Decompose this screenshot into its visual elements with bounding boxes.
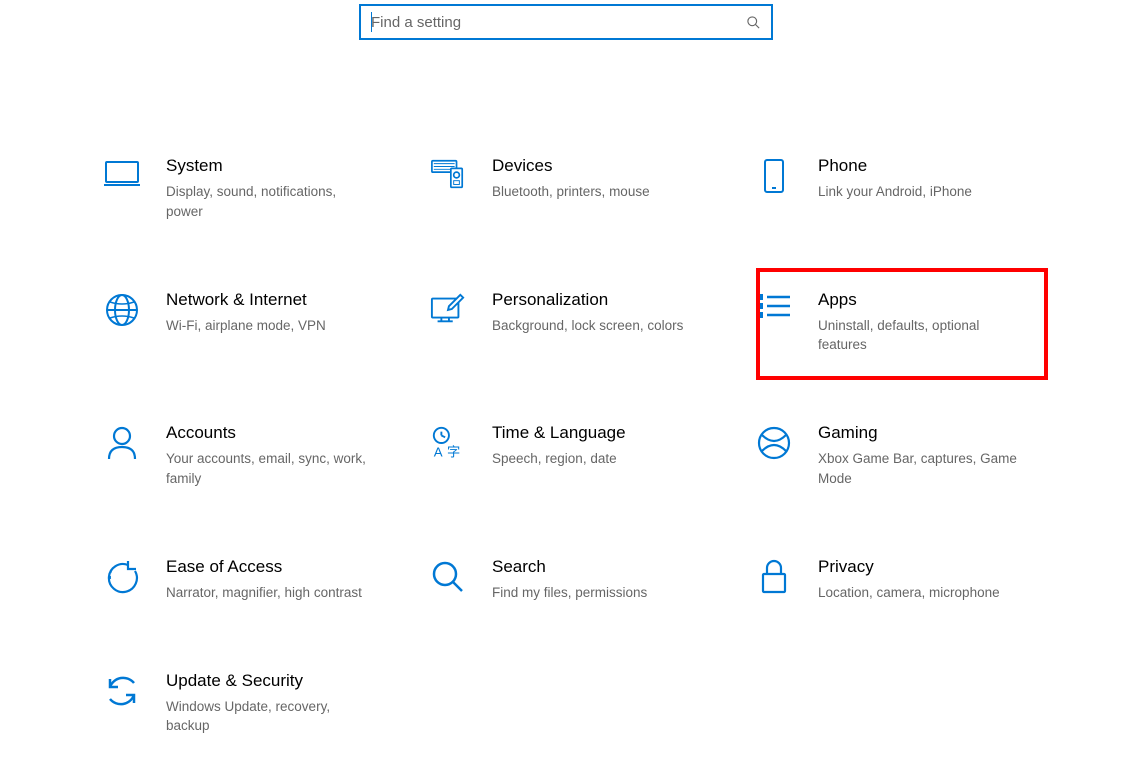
tile-desc: Your accounts, email, sync, work, family bbox=[166, 449, 376, 488]
tile-ease-of-access[interactable]: Ease of Access Narrator, magnifier, high… bbox=[104, 551, 410, 609]
tile-time-language[interactable]: A 字 Time & Language Speech, region, date bbox=[430, 417, 736, 495]
tile-desc: Xbox Game Bar, captures, Game Mode bbox=[818, 449, 1028, 488]
tile-desc: Wi-Fi, airplane mode, VPN bbox=[166, 316, 326, 336]
search-input[interactable] bbox=[371, 14, 746, 31]
tile-title: Ease of Access bbox=[166, 557, 362, 577]
tile-title: Gaming bbox=[818, 423, 1028, 443]
accounts-icon bbox=[104, 425, 140, 461]
tile-title: Network & Internet bbox=[166, 290, 326, 310]
tile-title: Update & Security bbox=[166, 671, 376, 691]
text-cursor bbox=[371, 12, 372, 32]
tile-network[interactable]: Network & Internet Wi-Fi, airplane mode,… bbox=[104, 284, 410, 362]
search-tile-icon bbox=[430, 559, 466, 595]
system-icon bbox=[104, 158, 140, 194]
tile-desc: Find my files, permissions bbox=[492, 583, 647, 603]
phone-icon bbox=[756, 158, 792, 194]
tile-desc: Bluetooth, printers, mouse bbox=[492, 182, 650, 202]
tile-title: Devices bbox=[492, 156, 650, 176]
tile-title: Apps bbox=[818, 290, 1028, 310]
gaming-icon bbox=[756, 425, 792, 461]
tile-desc: Location, camera, microphone bbox=[818, 583, 1000, 603]
tile-desc: Narrator, magnifier, high contrast bbox=[166, 583, 362, 603]
search-box[interactable] bbox=[359, 4, 773, 40]
svg-text:字: 字 bbox=[447, 444, 460, 459]
personalization-icon bbox=[430, 292, 466, 328]
tile-privacy[interactable]: Privacy Location, camera, microphone bbox=[756, 551, 1062, 609]
tile-title: Personalization bbox=[492, 290, 683, 310]
tile-desc: Windows Update, recovery, backup bbox=[166, 697, 376, 736]
tile-title: Search bbox=[492, 557, 647, 577]
svg-text:A: A bbox=[434, 444, 443, 459]
tile-apps[interactable]: Apps Uninstall, defaults, optional featu… bbox=[756, 284, 1062, 362]
tile-desc: Link your Android, iPhone bbox=[818, 182, 972, 202]
tile-search[interactable]: Search Find my files, permissions bbox=[430, 551, 736, 609]
tile-personalization[interactable]: Personalization Background, lock screen,… bbox=[430, 284, 736, 362]
tile-accounts[interactable]: Accounts Your accounts, email, sync, wor… bbox=[104, 417, 410, 495]
privacy-icon bbox=[756, 559, 792, 595]
network-icon bbox=[104, 292, 140, 328]
tile-desc: Display, sound, notifications, power bbox=[166, 182, 376, 221]
update-security-icon bbox=[104, 673, 140, 709]
tile-gaming[interactable]: Gaming Xbox Game Bar, captures, Game Mod… bbox=[756, 417, 1062, 495]
tile-desc: Uninstall, defaults, optional features bbox=[818, 316, 1028, 355]
tile-title: System bbox=[166, 156, 376, 176]
devices-icon bbox=[430, 158, 466, 194]
settings-grid: System Display, sound, notifications, po… bbox=[0, 40, 1132, 742]
tile-phone[interactable]: Phone Link your Android, iPhone bbox=[756, 150, 1062, 228]
tile-desc: Background, lock screen, colors bbox=[492, 316, 683, 336]
tile-title: Time & Language bbox=[492, 423, 626, 443]
tile-title: Phone bbox=[818, 156, 972, 176]
search-icon bbox=[746, 15, 761, 30]
tile-devices[interactable]: Devices Bluetooth, printers, mouse bbox=[430, 150, 736, 228]
tile-update-security[interactable]: Update & Security Windows Update, recove… bbox=[104, 665, 410, 743]
time-language-icon: A 字 bbox=[430, 425, 466, 461]
tile-desc: Speech, region, date bbox=[492, 449, 626, 469]
tile-title: Privacy bbox=[818, 557, 1000, 577]
apps-icon bbox=[756, 292, 792, 328]
tile-system[interactable]: System Display, sound, notifications, po… bbox=[104, 150, 410, 228]
tile-title: Accounts bbox=[166, 423, 376, 443]
ease-of-access-icon bbox=[104, 559, 140, 595]
